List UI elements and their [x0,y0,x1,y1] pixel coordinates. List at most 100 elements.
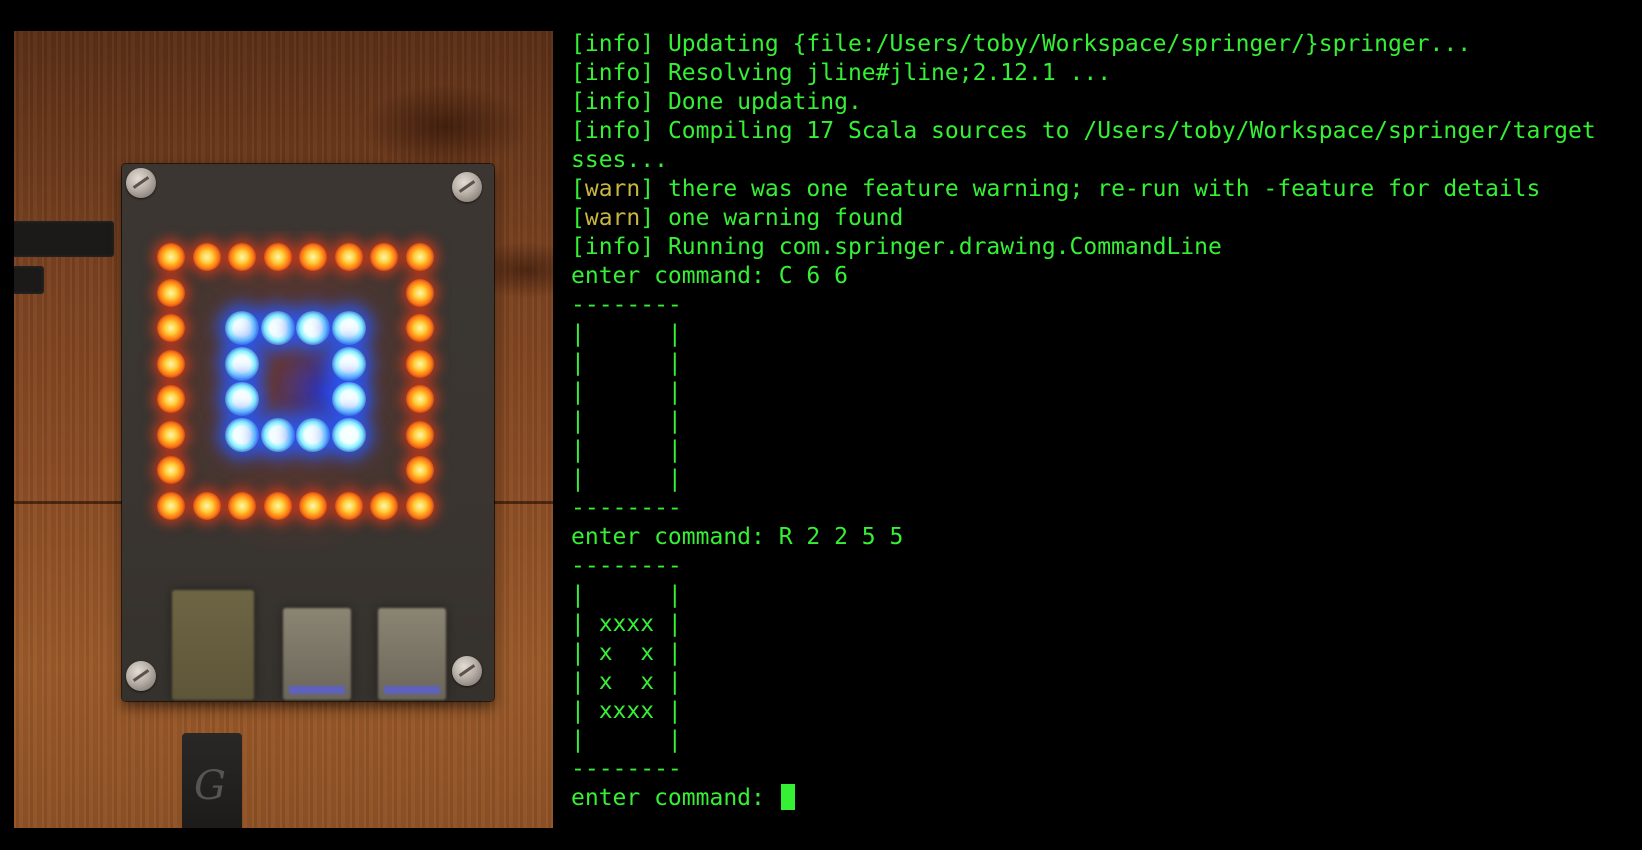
led-outer [405,491,434,520]
cursor-icon [780,784,795,810]
led-outer [192,491,221,520]
terminal-line: enter command: R 2 2 5 5 [571,523,1636,552]
line-text: Done updating. [654,89,862,115]
terminal-line: | | [571,581,1636,610]
warn-tag: warn [584,205,641,231]
line-text: -------- [571,292,682,318]
line-text: | | [571,321,682,347]
led-outer [299,243,327,271]
led-outer [405,385,434,413]
warn-tag: warn [584,176,641,202]
info-tag: [info] [571,118,655,144]
card [172,590,254,700]
led-inner [331,346,366,381]
led-outer [405,314,434,342]
line-text: one warning found [654,205,904,231]
led-outer [370,491,398,520]
terminal-line: [info] Done updating. [571,88,1636,117]
led-outer [192,243,221,271]
led-outer [157,349,185,378]
line-text: enter command: C 6 6 [571,263,848,289]
line-text: sses... [571,147,668,173]
terminal-line: | | [571,726,1636,755]
terminal-line: | | [571,320,1636,349]
led-outer [299,491,327,520]
led-outer [405,420,434,449]
led-outer [370,243,398,271]
terminal-line: [info] Updating {file:/Users/toby/Worksp… [571,30,1636,59]
device-photo: G [14,31,553,828]
led-outer [157,278,185,307]
line-text: | x x | [571,669,682,695]
line-text: -------- [571,495,682,521]
terminal-line: | xxxx | [571,697,1636,726]
led-inner [296,417,330,452]
led-outer [228,491,256,520]
line-text: | | [571,466,682,492]
led-inner [260,417,295,452]
usb-connector: G [182,733,242,828]
terminal-line: | | [571,465,1636,494]
led-outer [157,243,185,271]
line-text: | | [571,379,682,405]
led-outer [405,278,434,307]
led-inner [225,346,259,381]
terminal-line: [info] Compiling 17 Scala sources to /Us… [571,117,1636,146]
terminal-output[interactable]: [info] Updating {file:/Users/toby/Worksp… [571,30,1636,830]
line-text: | x x | [571,640,682,666]
line-text: | xxxx | [571,698,682,724]
led-inner [225,382,259,416]
line-text: there was one feature warning; re-run wi… [654,176,1541,202]
terminal-line: enter command: C 6 6 [571,262,1636,291]
line-text: | | [571,727,682,753]
led-outer [157,385,185,413]
terminal-line: | | [571,378,1636,407]
terminal-line: [info] Running com.springer.drawing.Comm… [571,233,1636,262]
terminal-line: [warn] one warning found [571,205,904,231]
led-inner [296,311,330,345]
line-text: Running com.springer.drawing.CommandLine [654,234,1222,260]
card [378,608,446,700]
line-text: | | [571,408,682,434]
info-tag: [info] [571,31,655,57]
terminal-line: | x x | [571,668,1636,697]
card [283,608,351,700]
terminal-line: | xxxx | [571,610,1636,639]
terminal-line: -------- [571,494,1636,523]
info-tag: [info] [571,234,655,260]
led-inner [225,311,259,345]
line-text: Updating {file:/Users/toby/Workspace/spr… [654,31,1472,57]
line-text: enter command: R 2 2 5 5 [571,524,904,550]
info-tag: [info] [571,60,655,86]
led-outer [405,456,434,484]
command-prompt-line[interactable]: enter command: [571,784,1636,813]
led-outer [263,243,292,271]
led-inner [225,417,259,452]
terminal-line: | x x | [571,639,1636,668]
led-outer [157,420,185,449]
line-text: | | [571,437,682,463]
led-inner [331,382,366,416]
line-text: | xxxx | [571,611,682,637]
led-matrix [14,31,553,828]
line-text: -------- [571,756,682,782]
terminal-line: | | [571,407,1636,436]
line-text: Compiling 17 Scala sources to /Users/tob… [654,118,1596,144]
command-prompt: enter command: [571,785,779,811]
terminal-line: -------- [571,552,1636,581]
led-outer [157,314,185,342]
led-outer [228,243,256,271]
line-text: | | [571,582,682,608]
led-inner [331,311,366,345]
led-inner [331,417,366,452]
terminal-line: -------- [571,755,1636,784]
led-inner [260,311,295,345]
line-text: Resolving jline#jline;2.12.1 ... [654,60,1112,86]
terminal-line: [warn] there was one feature warning; re… [571,176,1541,202]
terminal-line: | | [571,349,1636,378]
led-outer [263,491,292,520]
terminal-line: | | [571,436,1636,465]
terminal-line: [info] Resolving jline#jline;2.12.1 ... [571,59,1636,88]
terminal-line: sses... [571,146,1636,175]
led-outer [157,456,185,484]
